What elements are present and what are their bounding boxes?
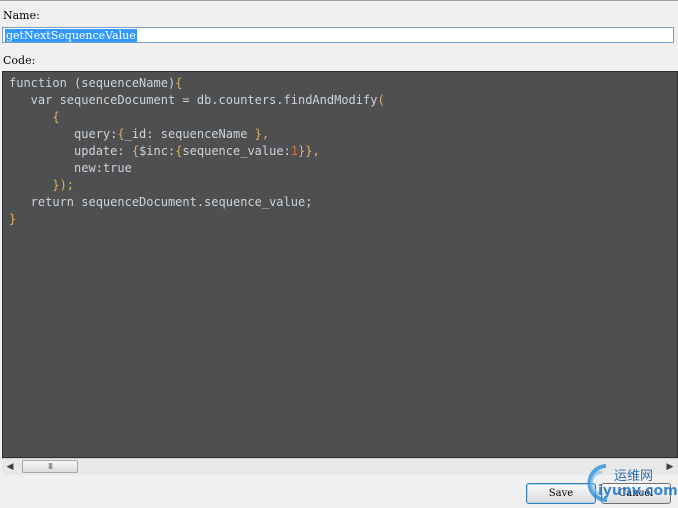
code-token: sequence_value: xyxy=(182,144,291,158)
code-token: { xyxy=(9,110,60,124)
cancel-button[interactable]: Cancel xyxy=(601,483,671,504)
save-button[interactable]: Save xyxy=(526,483,596,504)
code-token: } xyxy=(9,212,17,226)
code-token: { xyxy=(131,144,140,158)
scroll-right-icon[interactable]: ▶ xyxy=(662,459,678,475)
code-token: }); xyxy=(9,178,75,192)
code-line: new:true xyxy=(9,160,385,177)
code-token: 1 xyxy=(290,144,299,158)
code-token: var sequenceDocument = db.counters.findA… xyxy=(9,93,378,107)
name-input-selected-text: getNextSequenceValue xyxy=(5,29,137,42)
code-editor[interactable]: function (sequenceName){ var sequenceDoc… xyxy=(2,71,678,458)
code-token: }}, xyxy=(298,144,320,158)
scroll-left-icon[interactable]: ◀ xyxy=(2,459,18,475)
code-token: new:true xyxy=(9,161,132,175)
code-line: return sequenceDocument.sequence_value; xyxy=(9,194,385,211)
code-token: { xyxy=(117,127,125,141)
horizontal-scrollbar[interactable]: ◀ III ▶ xyxy=(2,458,678,475)
code-token: $inc: xyxy=(139,144,176,158)
name-input[interactable]: getNextSequenceValue xyxy=(2,27,674,43)
code-line: }); xyxy=(9,177,385,194)
code-line: update: {$inc:{sequence_value:1}}, xyxy=(9,143,385,160)
code-token: return sequenceDocument.sequence_value; xyxy=(9,195,313,209)
code-token: _id: sequenceName xyxy=(124,127,255,141)
code-line: query:{_id: sequenceName }, xyxy=(9,126,385,143)
code-line: } xyxy=(9,211,385,228)
code-line: function (sequenceName){ xyxy=(9,75,385,92)
code-label: Code: xyxy=(3,54,36,67)
top-divider xyxy=(0,0,678,1)
code-line: { xyxy=(9,109,385,126)
code-token: ( xyxy=(377,93,385,107)
scroll-thumb[interactable]: III xyxy=(22,460,78,473)
code-token: update: xyxy=(9,144,132,158)
code-token: { xyxy=(175,76,183,90)
code-token: function (sequenceName) xyxy=(9,76,176,90)
name-label: Name: xyxy=(3,9,40,22)
code-token: query: xyxy=(9,127,118,141)
code-text: function (sequenceName){ var sequenceDoc… xyxy=(9,75,385,228)
code-line: var sequenceDocument = db.counters.findA… xyxy=(9,92,385,109)
code-token: }, xyxy=(254,127,270,141)
